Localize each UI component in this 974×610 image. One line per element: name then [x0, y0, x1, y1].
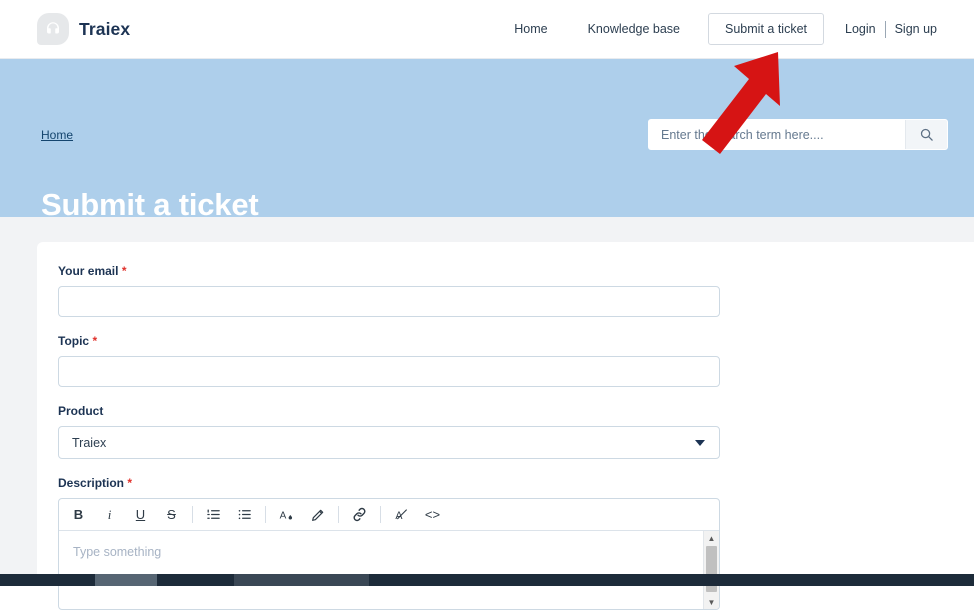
scroll-down-arrow-icon[interactable]: ▼ — [704, 595, 719, 609]
description-rich-text-editor: B i U S A A <> Type something ▲ ▼ — [58, 498, 720, 610]
description-textarea[interactable]: Type something — [59, 531, 703, 609]
field-your-email: Your email * — [58, 264, 974, 317]
editor-body: Type something ▲ ▼ — [59, 531, 719, 609]
underline-glyph: U — [135, 507, 146, 522]
label-topic-text: Topic — [58, 334, 90, 348]
text-color-icon[interactable]: A — [271, 500, 302, 530]
svg-text:A: A — [395, 510, 403, 522]
underline-icon[interactable]: U — [125, 500, 156, 530]
search-icon — [920, 128, 933, 141]
scrollbar-track[interactable] — [704, 545, 719, 595]
search-bar — [648, 119, 948, 150]
nav-item-home[interactable]: Home — [494, 22, 567, 36]
code-icon[interactable]: <> — [417, 500, 448, 530]
topic-input[interactable] — [58, 356, 720, 387]
toolbar-divider — [192, 506, 193, 523]
page-title: Submit a ticket — [41, 187, 259, 222]
ordered-list-icon[interactable] — [198, 500, 229, 530]
submit-a-ticket-button[interactable]: Submit a ticket — [708, 13, 824, 45]
product-select[interactable]: Traiex — [58, 426, 720, 459]
required-marker: * — [92, 334, 98, 348]
taskbar-segment[interactable] — [157, 574, 234, 586]
headset-icon — [37, 13, 69, 45]
signup-link[interactable]: Sign up — [886, 22, 946, 36]
top-navigation-bar: Traiex Home Knowledge base Submit a tick… — [0, 0, 974, 59]
toolbar-divider — [380, 506, 381, 523]
required-marker: * — [127, 476, 133, 490]
toolbar-divider — [265, 506, 266, 523]
product-select-value: Traiex — [72, 435, 107, 450]
ticket-form-card: Your email * Topic * Product Traiex Desc… — [37, 242, 974, 610]
taskbar-segment[interactable] — [369, 574, 974, 586]
search-input[interactable] — [649, 120, 905, 149]
field-description: Description * B i U S A A <> Type someth… — [58, 476, 974, 610]
editor-toolbar: B i U S A A <> — [59, 499, 719, 531]
page-content: Your email * Topic * Product Traiex Desc… — [0, 217, 974, 610]
brand-logo-link[interactable]: Traiex — [37, 13, 130, 45]
search-button[interactable] — [905, 120, 947, 149]
brand-name: Traiex — [79, 18, 131, 39]
strikethrough-icon[interactable]: S — [156, 500, 187, 530]
label-your-email: Your email * — [58, 264, 974, 278]
scroll-up-arrow-icon[interactable]: ▲ — [704, 531, 719, 545]
login-link[interactable]: Login — [836, 22, 885, 36]
field-product: Product Traiex — [58, 404, 974, 459]
bold-icon[interactable]: B — [63, 500, 94, 530]
label-your-email-text: Your email — [58, 264, 119, 278]
strikethrough-glyph: S — [167, 507, 176, 522]
svg-text:A: A — [279, 510, 286, 521]
toolbar-divider — [338, 506, 339, 523]
primary-navigation: Home Knowledge base Submit a ticket Logi… — [494, 13, 946, 45]
link-icon[interactable] — [344, 500, 375, 530]
os-taskbar — [0, 574, 974, 586]
editor-scrollbar[interactable]: ▲ ▼ — [703, 531, 719, 609]
label-topic: Topic * — [58, 334, 974, 348]
label-description-text: Description — [58, 476, 125, 490]
bold-glyph: B — [73, 507, 84, 522]
chevron-down-icon — [695, 439, 705, 446]
label-product: Product — [58, 404, 104, 418]
italic-glyph: i — [107, 506, 112, 522]
clear-formatting-icon[interactable]: A — [386, 500, 417, 530]
taskbar-window-button[interactable] — [234, 574, 369, 586]
field-topic: Topic * — [58, 334, 974, 387]
required-marker: * — [121, 264, 127, 278]
unordered-list-icon[interactable] — [229, 500, 260, 530]
email-input[interactable] — [58, 286, 720, 317]
taskbar-segment[interactable] — [0, 574, 95, 586]
highlighter-icon[interactable] — [302, 500, 333, 530]
breadcrumb-home[interactable]: Home — [41, 128, 73, 142]
taskbar-window-button[interactable] — [95, 574, 157, 586]
italic-icon[interactable]: i — [94, 500, 125, 530]
auth-links: Login Sign up — [836, 20, 946, 38]
code-glyph: <> — [424, 507, 441, 522]
page-banner: Home Submit a ticket — [0, 59, 974, 222]
nav-item-knowledge-base[interactable]: Knowledge base — [568, 22, 700, 36]
label-description: Description * — [58, 476, 974, 490]
